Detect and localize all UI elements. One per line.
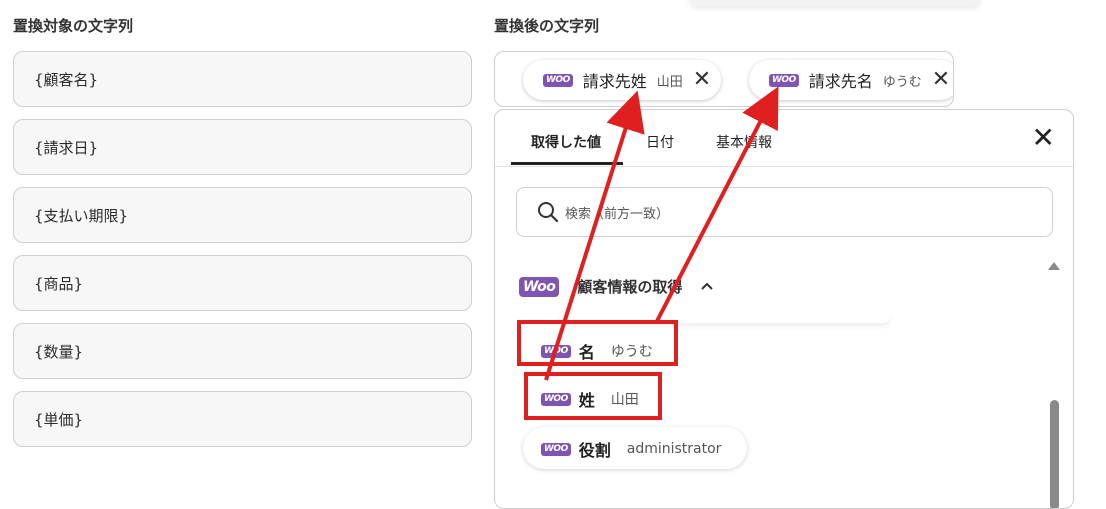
item-name: 役割 (578, 441, 611, 460)
chip-name: 請求先名 (808, 72, 873, 91)
woo-icon: WOO (543, 73, 573, 87)
close-icon[interactable]: ✕ (693, 69, 711, 91)
value-picker-panel: 取得した値 日付 基本情報 ✕ 検索（前方一致） Woo 顧客情報の取得 WOO… (494, 109, 1074, 509)
tab-basic-info[interactable]: 基本情報 (716, 132, 772, 152)
value-chip[interactable]: WOO 請求先姓 山田 ✕ (523, 60, 722, 100)
item-value: administrator (626, 441, 722, 457)
replace-result-input[interactable]: WOO 請求先姓 山田 ✕ WOO 請求先名 ゆうむ ✕ (494, 51, 954, 107)
chevron-up-icon[interactable] (700, 279, 714, 295)
search-input[interactable]: 検索（前方一致） (516, 187, 1053, 237)
search-icon (538, 202, 559, 223)
tab-acquired-values[interactable]: 取得した値 (531, 132, 601, 152)
highlight-box (524, 372, 662, 420)
chip-name: 請求先姓 (582, 72, 647, 91)
replace-result-label: 置換後の文字列 (494, 17, 600, 35)
tab-bar: 取得した値 日付 基本情報 (495, 110, 1073, 167)
close-icon[interactable]: ✕ (1032, 124, 1055, 152)
list-item[interactable]: WOO 役割 administrator (541, 437, 721, 461)
highlight-box (517, 320, 678, 366)
replace-target-field[interactable]: {商品} (13, 255, 472, 311)
chip-value: 山田 (656, 74, 683, 90)
close-icon[interactable]: ✕ (932, 69, 950, 91)
replace-target-field[interactable]: {数量} (13, 323, 472, 379)
chip-value: ゆうむ (882, 74, 922, 90)
replace-target-field[interactable]: {単価} (13, 391, 472, 447)
woo-icon: WOO (541, 442, 571, 456)
search-placeholder: 検索（前方一致） (565, 207, 670, 222)
replace-target-field[interactable]: {請求日} (13, 119, 472, 175)
group-header-customer-info[interactable]: Woo 顧客情報の取得 (519, 276, 714, 297)
woo-icon: WOO (769, 73, 799, 87)
value-chip[interactable]: WOO 請求先名 ゆうむ ✕ (749, 60, 953, 100)
woo-icon: Woo (519, 276, 560, 297)
tab-date[interactable]: 日付 (646, 132, 674, 152)
replace-target-field[interactable]: {支払い期限} (13, 187, 472, 243)
active-tab-indicator (511, 162, 623, 165)
scrollbar-thumb[interactable] (1050, 400, 1059, 508)
replace-target-label: 置換対象の文字列 (13, 17, 134, 35)
group-title: 顧客情報の取得 (577, 278, 683, 296)
replace-target-field[interactable]: {顧客名} (13, 51, 472, 107)
background-popup-shadow (690, 0, 980, 6)
scroll-up-arrow[interactable] (1048, 262, 1060, 270)
